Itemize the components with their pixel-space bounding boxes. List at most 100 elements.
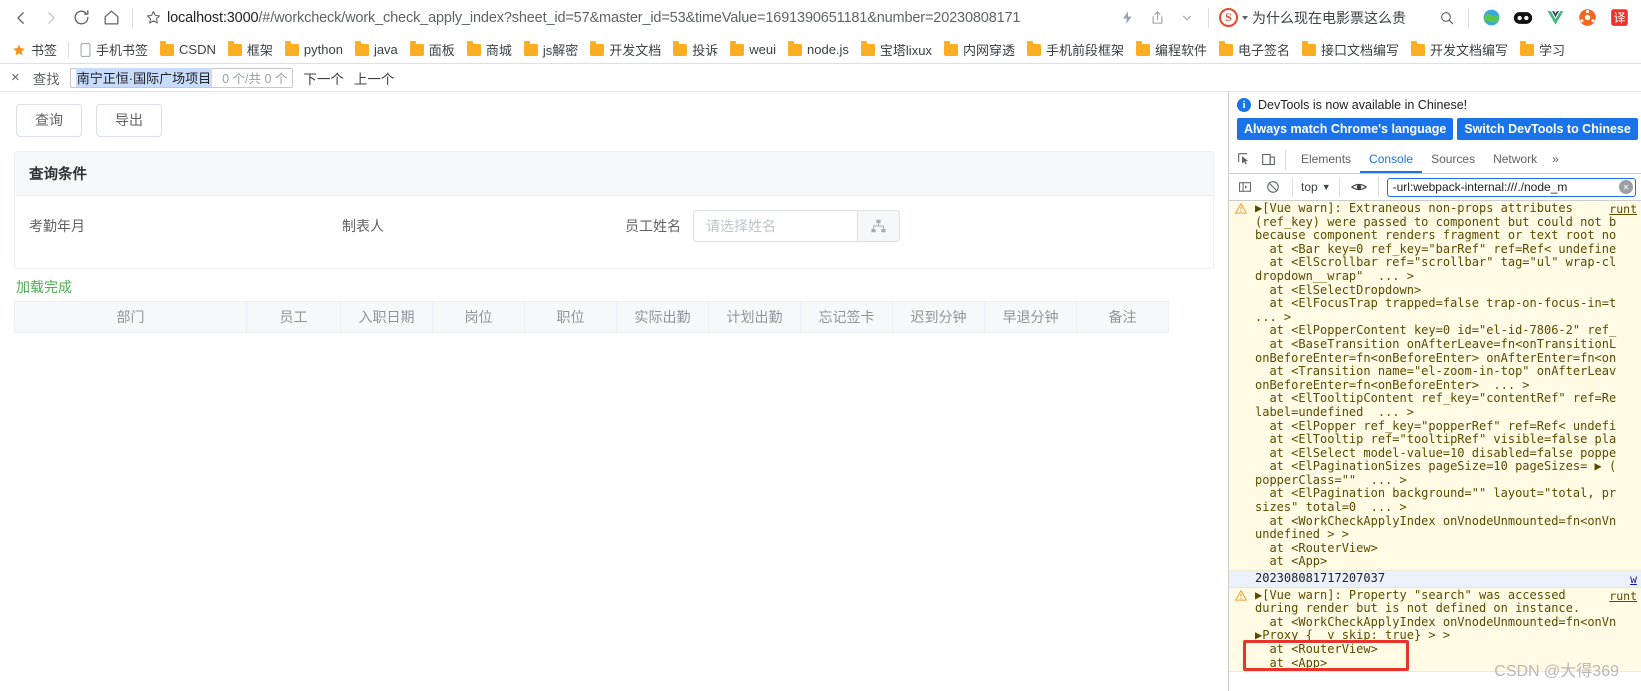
bookmark-folder-label: 内网穿透 [962, 43, 1015, 58]
close-icon[interactable]: × [8, 68, 23, 87]
browser-toolbar: localhost:3000/#/workcheck/work_check_ap… [0, 0, 1641, 36]
console-source-link[interactable]: runt [1609, 202, 1637, 217]
home-icon[interactable] [96, 3, 126, 33]
bookmark-folder[interactable]: 宝塔lixux [855, 38, 938, 61]
inspect-element-icon[interactable] [1233, 149, 1255, 171]
star-icon[interactable] [139, 4, 167, 32]
load-status-text: 加载完成 [16, 279, 72, 295]
toggle-device-toolbar-icon[interactable] [1257, 149, 1279, 171]
lightning-icon[interactable] [1114, 5, 1140, 31]
forward-arrow-icon[interactable] [36, 3, 66, 33]
find-prev-button[interactable]: 上一个 [354, 68, 395, 88]
console-filter-input[interactable]: -url:webpack-internal:///./node_m ✕ [1386, 177, 1636, 197]
bookmark-folder[interactable]: js解密 [518, 38, 584, 61]
field-label: 考勤年月 [29, 218, 85, 234]
bookmark-folder[interactable]: 投诉 [667, 38, 724, 61]
console-line: at <ElFocusTrap trapped=false trap-on-fo… [1255, 296, 1617, 311]
console-context-selector[interactable]: top ▼ [1301, 180, 1331, 194]
devtools-tab-console[interactable]: Console [1360, 146, 1422, 173]
search-engine-selector[interactable]: S 为什么现在电影票这么贵 [1215, 8, 1406, 28]
share-icon[interactable] [1144, 5, 1170, 31]
find-next-button[interactable]: 下一个 [303, 68, 344, 88]
find-input[interactable]: 南宁正恒·国际广场项目 0 个/共 0 个 [69, 67, 294, 88]
bookmark-folder[interactable]: 编程软件 [1130, 38, 1213, 61]
bookmark-folder[interactable]: CSDN [154, 40, 222, 59]
folder-icon [1411, 41, 1426, 56]
devtools-tab-overflow[interactable]: » [1548, 146, 1563, 173]
back-arrow-icon[interactable] [6, 3, 36, 33]
folder-icon [1218, 41, 1233, 56]
devtools-tab-sources[interactable]: Sources [1422, 146, 1484, 173]
bookmark-folder[interactable]: java [349, 40, 404, 59]
clear-console-icon[interactable] [1262, 176, 1284, 198]
url-host: localhost:3000 [167, 9, 259, 26]
console-message-list[interactable]: ▶[Vue warn]: Extraneous non-props attrib… [1229, 201, 1641, 691]
bookmark-folder[interactable]: 开发文档编写 [1405, 38, 1514, 61]
console-source-link[interactable]: runt [1609, 589, 1637, 604]
action-button-row: 查询 导出 [0, 92, 1228, 143]
bookmark-folder-label: weui [749, 42, 776, 57]
bookmark-folder[interactable]: 面板 [404, 38, 461, 61]
extension-eyes-icon[interactable] [1511, 6, 1535, 30]
extension-globe-icon[interactable] [1479, 6, 1503, 30]
filter-divider [1292, 177, 1293, 197]
console-line: popperClass="" ... > [1255, 472, 1414, 487]
browser-window: localhost:3000/#/workcheck/work_check_ap… [0, 0, 1641, 691]
table-column-header: 早退分钟 [984, 301, 1077, 333]
bookmark-folder[interactable]: 接口文档编写 [1296, 38, 1405, 61]
bookmark-folder-label: 投诉 [692, 43, 719, 58]
bookmark-folder[interactable]: 电子签名 [1213, 38, 1296, 61]
bookmark-folder[interactable]: node.js [782, 40, 855, 59]
table-column-header: 部门 [14, 301, 247, 333]
folder-icon [227, 41, 242, 56]
bookmark-folder[interactable]: 商城 [461, 38, 518, 61]
extension-orange-icon[interactable] [1575, 6, 1599, 30]
switch-devtools-language-button[interactable]: Switch DevTools to Chinese [1457, 118, 1638, 140]
bookmark-folder[interactable]: weui [724, 40, 782, 59]
clear-filter-icon[interactable]: ✕ [1619, 180, 1633, 194]
export-button[interactable]: 导出 [96, 104, 162, 137]
console-line: because component renders fragment or te… [1255, 228, 1617, 243]
folder-icon [1302, 41, 1316, 56]
bookmark-folder-label: java [373, 42, 398, 57]
employee-name-input[interactable]: 请选择姓名 [693, 210, 857, 242]
console-source-link[interactable]: w [1630, 572, 1637, 587]
console-line: (ref_key) were passed to component but c… [1255, 214, 1617, 229]
bookmark-folder[interactable]: python [279, 40, 349, 59]
console-line: ▶[Vue warn]: Property "search" was acces… [1255, 587, 1566, 602]
bookmark-folder[interactable]: 框架 [222, 38, 279, 61]
console-message-log[interactable]: 202308081717207037 w [1229, 571, 1641, 588]
folder-icon [590, 41, 605, 56]
address-bar[interactable]: localhost:3000/#/workcheck/work_check_ap… [167, 4, 1112, 32]
bookmark-folder[interactable]: 学习 [1514, 38, 1571, 61]
console-message-warn[interactable]: ▶[Vue warn]: Extraneous non-props attrib… [1229, 201, 1641, 572]
always-match-language-button[interactable]: Always match Chrome's language [1237, 118, 1454, 140]
query-form: 考勤年月 制表人 员工姓名 请选择姓名 [15, 196, 1213, 268]
chevron-down-icon[interactable] [1174, 5, 1200, 31]
bookmark-folder-label: CSDN [179, 42, 216, 57]
select-employee-button[interactable] [857, 210, 900, 242]
devtools-tab-elements[interactable]: Elements [1292, 146, 1360, 173]
console-line: label=undefined ... > [1255, 404, 1422, 419]
bookmark-mobile[interactable]: 手机书签 [74, 38, 154, 61]
form-item-preparer: 制表人 [342, 216, 384, 236]
bookmark-folder[interactable]: 手机前段框架 [1021, 38, 1130, 61]
search-icon[interactable] [1434, 5, 1460, 31]
warning-icon [1234, 202, 1248, 214]
console-filter-bar: top ▼ -url:webpack-internal:///./node_m … [1229, 174, 1641, 201]
extension-vue-icon[interactable] [1543, 6, 1567, 30]
console-line: at <ElSelectDropdown> [1255, 282, 1422, 297]
bookmark-folder[interactable]: 内网穿透 [938, 38, 1021, 61]
console-line: at <ElPagination background="" layout="t… [1255, 486, 1617, 501]
extension-translate-icon[interactable]: 译 [1607, 6, 1631, 30]
org-chart-icon [871, 219, 886, 233]
bookmark-star-root[interactable]: 书签 [6, 38, 63, 61]
query-button[interactable]: 查询 [16, 104, 82, 137]
folder-icon [1026, 41, 1041, 56]
devtools-tab-network[interactable]: Network [1484, 146, 1546, 173]
reload-icon[interactable] [66, 3, 96, 33]
bookmark-folder[interactable]: 开发文档 [584, 38, 667, 61]
star-filled-icon [13, 43, 25, 55]
live-expression-eye-icon[interactable] [1348, 176, 1370, 198]
console-sidebar-icon[interactable] [1234, 176, 1256, 198]
